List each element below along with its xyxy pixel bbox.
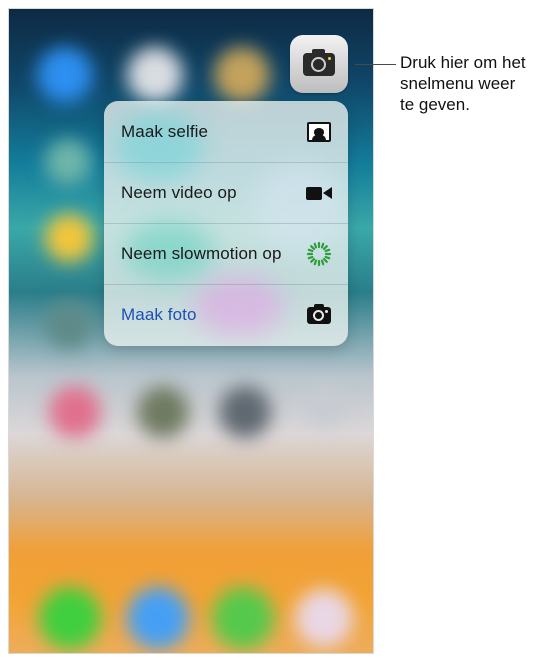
menu-item-photo[interactable]: Maak foto xyxy=(104,284,348,345)
blurred-app-icon xyxy=(137,386,189,438)
selfie-icon xyxy=(306,121,332,143)
blurred-dock-icon xyxy=(212,587,274,649)
menu-item-slowmotion[interactable]: Neem slowmotion op xyxy=(104,223,348,284)
blurred-app-icon xyxy=(214,47,270,103)
blurred-dock-icon xyxy=(39,587,101,649)
video-camera-icon xyxy=(306,182,332,204)
menu-item-label: Neem video op xyxy=(121,183,237,202)
blurred-app-icon xyxy=(45,301,93,349)
camera-app-icon[interactable] xyxy=(290,35,348,93)
menu-item-label: Neem slowmotion op xyxy=(121,244,282,263)
callout-leader-line xyxy=(355,64,396,65)
camera-icon xyxy=(303,48,335,76)
blurred-app-icon xyxy=(305,386,345,426)
menu-item-label: Maak selfie xyxy=(121,121,209,141)
blurred-dock-icon xyxy=(127,587,189,649)
menu-item-video[interactable]: Neem video op xyxy=(104,162,348,223)
blurred-app-icon xyxy=(127,47,183,103)
camera-icon xyxy=(306,303,332,326)
blurred-dock-icon xyxy=(295,589,353,647)
callout-text: Druk hier om het snelmenu weer te geven. xyxy=(400,53,526,114)
blurred-app-icon xyxy=(219,386,271,438)
menu-item-label: Maak foto xyxy=(121,305,197,324)
blurred-app-icon xyxy=(45,139,91,185)
blurred-app-icon xyxy=(45,214,93,262)
blurred-app-icon xyxy=(37,47,93,103)
quick-actions-menu: Maak selfie Neem video op Neem slowmotio… xyxy=(104,101,348,346)
blurred-app-icon xyxy=(49,386,101,438)
slowmotion-icon xyxy=(306,241,332,267)
menu-item-selfie[interactable]: Maak selfie xyxy=(104,101,348,162)
